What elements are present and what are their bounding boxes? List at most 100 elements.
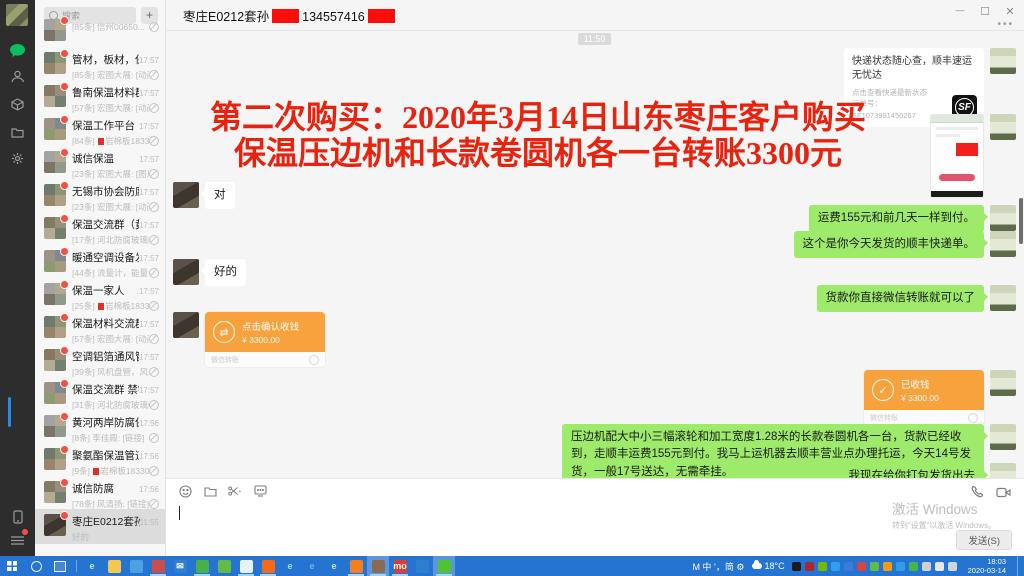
settings-gear-icon[interactable]	[9, 150, 26, 167]
contacts-icon[interactable]	[9, 68, 26, 85]
taskbar-app-file-explorer[interactable]	[103, 556, 125, 576]
chat-list-item[interactable]: 保温交流群 禁链接广..17:57[31条] 河北防腐玻璃鳞片...	[35, 377, 165, 410]
weather-widget[interactable]: 18°C	[752, 561, 785, 571]
taskbar-app-internet-explorer[interactable]: e	[279, 556, 301, 576]
chat-title: 保温工作平台（禁止..	[72, 118, 139, 133]
chat-preview-row: [31条] 河北防腐玻璃鳞片...	[72, 399, 159, 411]
chat-list-item[interactable]: 管材，板材，保温，...17:57[85条] 宏图大展: [动画...	[35, 47, 165, 80]
contact-avatar[interactable]	[990, 463, 1016, 478]
minimize-button[interactable]: —	[954, 5, 966, 18]
volume-muted-icon[interactable]	[922, 562, 931, 571]
taskbar-app-photos-app[interactable]	[147, 556, 169, 576]
contact-avatar[interactable]	[990, 114, 1016, 140]
security-shield-icon[interactable]	[844, 562, 853, 571]
chat-preview-row: 好的	[72, 531, 159, 543]
taskbar-app-image-viewer[interactable]	[367, 556, 389, 576]
image-message-thumbnail[interactable]	[930, 114, 984, 198]
taskbar-app-internet-explorer[interactable]: e	[301, 556, 323, 576]
chat-list-item[interactable]: 保温交流群（黄陂砼..17:57[17条] 河北防腐玻璃鳞片...	[35, 212, 165, 245]
contact-avatar[interactable]	[990, 205, 1016, 231]
chat-list-item[interactable]: 空调铝箔通风管，发..17:57[39条] 风机盘管，风幕机...	[35, 344, 165, 377]
send-button[interactable]: 发送(S)	[956, 530, 1012, 550]
tray-app-icon[interactable]	[909, 562, 918, 571]
cortana-button[interactable]	[24, 556, 48, 576]
mobile-phone-icon[interactable]	[9, 508, 26, 525]
task-view-button[interactable]	[48, 556, 72, 576]
my-avatar[interactable]	[6, 4, 28, 26]
contact-avatar[interactable]	[990, 48, 1016, 74]
message-input[interactable]	[175, 503, 904, 543]
chat-list-item[interactable]: 鲁南保温材料群17:57[57条] 宏图大展: [动画...	[35, 80, 165, 113]
message-body: ✓已收钱¥ 3300.00微信转账	[864, 370, 984, 425]
taskbar-app-green-app[interactable]	[191, 556, 213, 576]
taskbar-app-mail[interactable]: ✉	[169, 556, 191, 576]
tray-app-icon[interactable]	[831, 562, 840, 571]
qq-icon[interactable]	[792, 562, 801, 571]
taskbar-app-360-browser[interactable]	[235, 556, 257, 576]
transfer-card[interactable]: ⇄点击确认收钱¥ 3300.00微信转账	[205, 312, 325, 367]
composer: 发送(S) 激活 Windows 转到“设置”以激活 Windows。	[165, 478, 1024, 557]
taskbar-clock[interactable]: 18:03 2020-03-14	[964, 557, 1010, 576]
chat-list-item[interactable]: 无锡市协会防腐保温..17:57[23条] 宏图大展: [动画...	[35, 179, 165, 212]
tray-app-icon[interactable]	[896, 562, 905, 571]
taskbar-app-flame-browser[interactable]	[257, 556, 279, 576]
tray-app-icon[interactable]	[805, 562, 814, 571]
keyboard-icon[interactable]	[948, 562, 957, 571]
chat-time: 17:57	[139, 188, 159, 197]
taskbar-app-firefox[interactable]	[345, 556, 367, 576]
taskbar-app-internet-explorer[interactable]: e	[323, 556, 345, 576]
contact-avatar[interactable]	[990, 370, 1016, 396]
show-desktop-button[interactable]	[1017, 556, 1022, 576]
emoji-icon[interactable]	[178, 484, 192, 498]
nvidia-icon[interactable]	[818, 562, 827, 571]
favorites-icon[interactable]	[9, 96, 26, 113]
chat-item-body: 无锡市协会防腐保温..17:57[23条] 宏图大展: [动画...	[72, 184, 159, 212]
video-call-icon[interactable]	[996, 485, 1011, 503]
taskbar-app-wechat[interactable]	[433, 556, 455, 576]
network-icon[interactable]	[935, 562, 944, 571]
ime-indicator[interactable]: M 中 ’，简 ⚙	[692, 560, 744, 573]
tray-app-icon[interactable]	[857, 562, 866, 571]
chat-list-item[interactable]: 诚信保温17:57[23条] 宏图大展: [图片]	[35, 146, 165, 179]
voice-call-icon[interactable]	[971, 485, 984, 503]
chat-item-body: 黄河两岸防腐保温...17:56[8条] 李佳殿: [链接]	[72, 415, 159, 443]
chat-list-item[interactable]: 黄河两岸防腐保温...17:56[8条] 李佳殿: [链接]	[35, 410, 165, 443]
taskbar-app-microsoft-store[interactable]	[125, 556, 147, 576]
screenshot-scissors-icon[interactable]	[228, 484, 242, 498]
chat-list-item[interactable]: 诚信防腐17:56[78条] 风清扬: [链接]	[35, 476, 165, 509]
contact-avatar[interactable]	[990, 424, 1016, 450]
transfer-card[interactable]: ✓已收钱¥ 3300.00微信转账	[864, 370, 984, 425]
tray-app-icon[interactable]	[883, 562, 892, 571]
close-button[interactable]: ✕	[1004, 5, 1016, 18]
chat-list-item[interactable]: 枣庄E0212套孙1...11:55好的	[35, 509, 165, 544]
scrollbar-thumb[interactable]	[1019, 198, 1023, 244]
chat-list-item[interactable]: 保温材料交流群♻17:57[57条] 宏图大展: [动画...	[35, 311, 165, 344]
chat-history-icon[interactable]	[253, 484, 267, 498]
contact-avatar[interactable]	[173, 312, 199, 338]
menu-icon[interactable]	[9, 532, 26, 549]
taskbar-app-mo-app[interactable]: mo	[389, 556, 411, 576]
maximize-button[interactable]: ☐	[979, 5, 991, 18]
send-file-icon[interactable]	[203, 484, 217, 498]
contact-avatar[interactable]	[990, 285, 1016, 311]
taskbar-app-blue-app[interactable]	[411, 556, 433, 576]
chat-item-body: [85条] 信州00650...	[72, 19, 159, 47]
contact-avatar[interactable]	[990, 231, 1016, 257]
contact-avatar[interactable]	[173, 259, 199, 285]
start-button[interactable]	[0, 556, 24, 576]
chat-list-item[interactable]: 保温一家人17:57[25条] 岩棉板18330...	[35, 278, 165, 311]
taskbar-app-360-safe[interactable]	[213, 556, 235, 576]
chat-list-item[interactable]: 聚氨酯保温管道交流17:56[9条] 岩棉板183306...	[35, 443, 165, 476]
chat-list-item[interactable]: 暖通空调设备发展交..17:57[44条] 流量计，能量计 ...	[35, 245, 165, 278]
chat-more-button[interactable]: •••	[997, 19, 1014, 30]
message-body: 货款你直接微信转账就可以了	[817, 285, 985, 312]
taskbar-app-edge-browser[interactable]: e	[81, 556, 103, 576]
chats-icon[interactable]	[9, 42, 26, 59]
tray-app-icon[interactable]	[870, 562, 879, 571]
files-icon[interactable]	[9, 124, 26, 141]
flame-browser-icon	[262, 560, 275, 573]
chat-list-item[interactable]: 保温工作平台（禁止..17:57[84条] 岩棉板18330...	[35, 113, 165, 146]
contact-avatar[interactable]	[173, 182, 199, 208]
chat-list-item[interactable]: [85条] 信州00650...	[35, 14, 165, 47]
image-viewer-icon	[372, 560, 385, 573]
